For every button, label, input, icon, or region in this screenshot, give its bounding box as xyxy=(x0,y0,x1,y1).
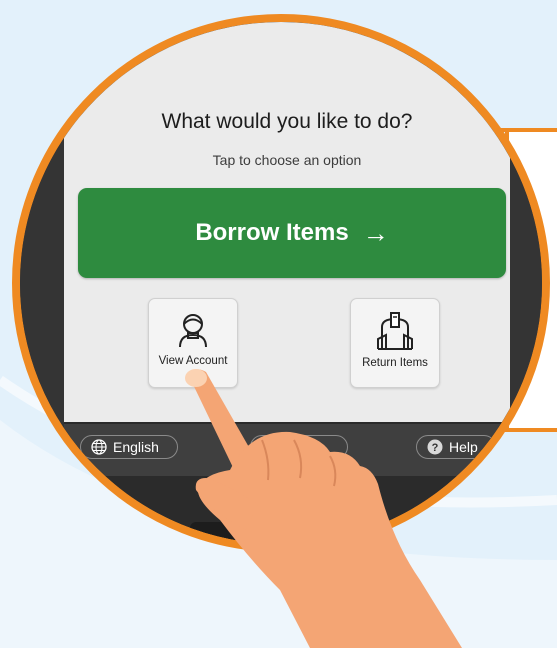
page-subtitle: Tap to choose an option xyxy=(212,152,362,168)
globe-icon xyxy=(91,439,107,455)
kiosk-footer-bar: English ? Help xyxy=(64,422,510,476)
language-button[interactable]: English xyxy=(80,435,178,459)
question-icon: ? xyxy=(427,439,443,455)
accessibility-button[interactable] xyxy=(250,435,348,459)
magnifier-lens: What would you like to do? Tap to choose… xyxy=(12,14,550,552)
return-slot-icon xyxy=(377,312,413,350)
return-items-button[interactable]: Return Items xyxy=(350,298,440,388)
help-label: Help xyxy=(449,439,478,455)
help-button[interactable]: ? Help xyxy=(416,435,496,459)
page-title: What would you like to do? xyxy=(161,110,413,133)
arrow-right-icon: → xyxy=(362,218,389,248)
view-account-button[interactable]: View Account xyxy=(148,298,238,388)
borrow-items-button[interactable]: Borrow Items → xyxy=(78,188,506,278)
return-items-label: Return Items xyxy=(362,357,428,369)
svg-text:?: ? xyxy=(432,442,439,454)
language-label: English xyxy=(113,439,159,455)
person-icon xyxy=(179,314,207,348)
borrow-items-label: Borrow Items xyxy=(195,219,349,246)
kiosk-screen: What would you like to do? Tap to choose… xyxy=(64,22,510,422)
view-account-label: View Account xyxy=(158,355,228,367)
